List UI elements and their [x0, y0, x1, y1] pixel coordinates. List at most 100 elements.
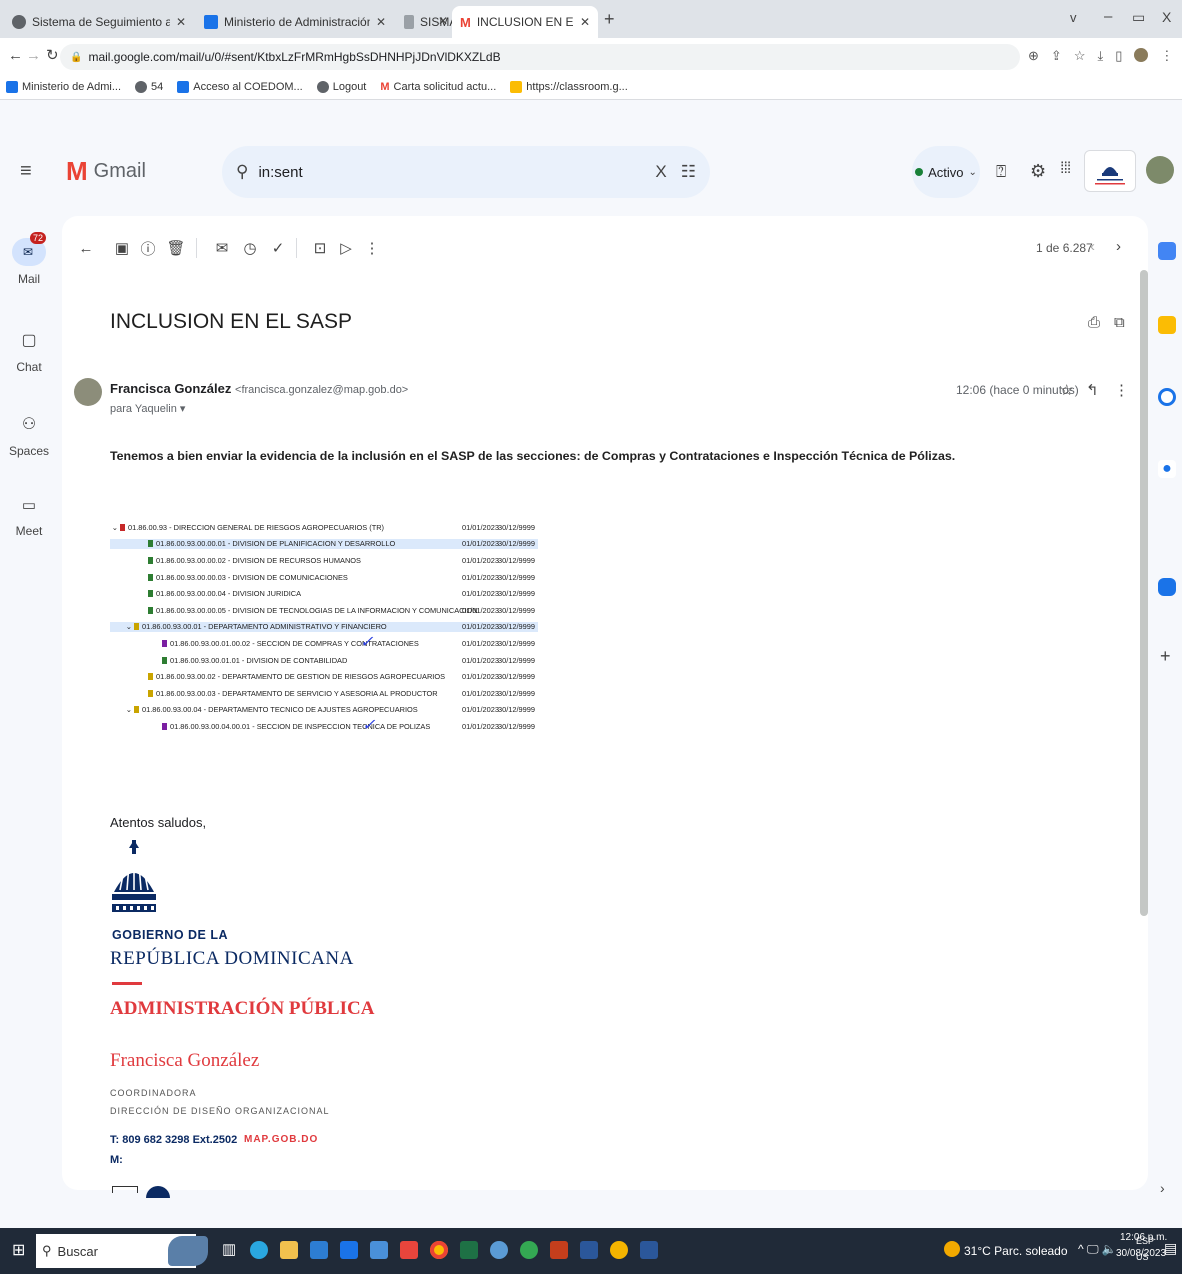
task-view-icon[interactable]: ▥ — [222, 1240, 236, 1258]
bookmark-54[interactable]: 54 — [135, 80, 163, 93]
zoom-icon[interactable]: ⊕ — [1028, 48, 1039, 64]
older-icon[interactable]: › — [1116, 238, 1121, 255]
bookmark-coedom[interactable]: Acceso al COEDOM... — [177, 80, 303, 93]
tray-icons[interactable]: ^ 🖵 🔈 — [1078, 1242, 1117, 1257]
restore-button[interactable]: ▭ — [1132, 9, 1145, 26]
close-icon[interactable]: ✕ — [176, 15, 186, 29]
add-task-icon[interactable]: ✓ — [266, 236, 290, 260]
tab-ministerio[interactable]: Ministerio de Administración Púb ✕ — [196, 6, 394, 38]
keep-icon[interactable] — [1158, 316, 1176, 334]
store-icon[interactable] — [310, 1241, 328, 1259]
gov-portal-icon[interactable] — [340, 1241, 358, 1259]
menu-icon[interactable]: ⋮ — [1160, 48, 1173, 64]
forward-icon[interactable]: → — [26, 47, 41, 64]
star-icon[interactable]: ☆ — [1060, 381, 1073, 399]
windows-start-icon[interactable]: ⊞ — [12, 1240, 25, 1260]
help-icon[interactable]: ⍰ — [996, 162, 1006, 182]
recipient-details[interactable]: para Yaquelin ▾ — [110, 402, 185, 415]
word-icon[interactable] — [640, 1241, 658, 1259]
user-avatar[interactable] — [1146, 156, 1174, 184]
excel-icon[interactable] — [460, 1241, 478, 1259]
weather-text[interactable]: 31°C Parc. soleado — [964, 1244, 1068, 1258]
more-options-icon[interactable]: ⋮ — [360, 236, 384, 260]
tab-search-button[interactable]: v — [1070, 10, 1077, 25]
profile-avatar[interactable] — [1134, 48, 1149, 62]
search-icon[interactable]: ⚲ — [236, 162, 248, 182]
report-spam-icon[interactable]: ⓘ — [136, 236, 160, 260]
rail-meet[interactable]: ▭ Meet — [0, 496, 58, 538]
edge-icon[interactable] — [250, 1241, 268, 1259]
calendar-icon[interactable] — [1158, 242, 1176, 260]
more-actions-icon[interactable]: ⋮ — [1114, 381, 1129, 399]
close-icon[interactable]: ✕ — [580, 15, 590, 29]
add-apps-icon[interactable]: + — [1160, 646, 1171, 667]
signature-site-link[interactable]: MAP.GOB.DO — [244, 1134, 318, 1145]
new-tab-button[interactable]: + — [604, 9, 615, 30]
back-icon[interactable]: ← — [8, 47, 23, 64]
back-arrow-icon[interactable]: ← — [74, 236, 98, 260]
powerpoint-icon[interactable] — [550, 1241, 568, 1259]
show-side-panel-icon[interactable]: › — [1160, 1180, 1165, 1196]
rail-chat[interactable]: ▢ Chat — [0, 330, 58, 374]
org-unit-marker-icon — [148, 540, 153, 548]
close-icon[interactable]: ✕ — [376, 15, 386, 29]
contacts-icon[interactable]: ● — [1158, 460, 1176, 478]
weather-icon[interactable] — [944, 1241, 960, 1257]
settings-gear-icon[interactable]: ⚙ — [1030, 161, 1046, 182]
reload-icon[interactable]: ↻ — [46, 46, 59, 64]
rail-spaces[interactable]: ⚇ Spaces — [0, 414, 58, 458]
label-icon[interactable]: ▷ — [334, 236, 358, 260]
tab-title: Ministerio de Administración Púb — [224, 15, 370, 29]
app-icon[interactable] — [520, 1241, 538, 1259]
reply-icon[interactable]: ↰ — [1086, 381, 1099, 399]
dolphin-widget-icon[interactable] — [168, 1236, 208, 1266]
star-icon[interactable]: ☆ — [1074, 48, 1086, 64]
acrobat-icon[interactable] — [400, 1241, 418, 1259]
print-icon[interactable]: ⎙ — [1088, 314, 1100, 331]
download-icon[interactable]: ⤓ — [1097, 48, 1103, 64]
search-bar[interactable]: ⚲ in:sent X ☷ — [222, 146, 710, 198]
app-icon[interactable] — [610, 1241, 628, 1259]
clear-search-icon[interactable]: X — [655, 162, 666, 182]
share-icon[interactable]: ⇪ — [1051, 48, 1062, 64]
minimize-button[interactable]: – — [1104, 8, 1112, 25]
address-bar[interactable]: 🔒 mail.google.com/mail/u/0/#sent/KtbxLzF… — [60, 44, 1020, 70]
status-selector[interactable]: Activo ⌄ — [912, 146, 980, 198]
tasks-icon[interactable] — [1158, 388, 1176, 406]
zoom-app-icon[interactable] — [1158, 578, 1176, 596]
bookmark-classroom[interactable]: https://classroom.g... — [510, 80, 628, 93]
account-org-logo[interactable] — [1084, 150, 1136, 192]
close-icon[interactable]: ✕ — [438, 14, 448, 28]
bookmark-carta[interactable]: M Carta solicitud actu... — [380, 81, 496, 93]
sender-name[interactable]: Francisca González — [110, 381, 231, 396]
open-new-window-icon[interactable]: ⧉ — [1114, 314, 1125, 331]
hamburger-menu-icon[interactable]: ≡ — [20, 160, 32, 183]
visio-icon[interactable] — [580, 1241, 598, 1259]
gmail-logo[interactable]: M Gmail — [66, 158, 146, 184]
close-window-button[interactable]: X — [1162, 9, 1171, 25]
apps-grid-icon[interactable]: ⁞⁞⁞ — [1060, 160, 1071, 178]
bookmark-logout[interactable]: Logout — [316, 80, 366, 93]
scrollbar[interactable] — [1140, 270, 1148, 916]
tab-inclusion-sasp[interactable]: M INCLUSION EN EL SASP - francis ✕ — [452, 6, 598, 38]
archive-icon[interactable]: ▣ — [110, 236, 134, 260]
bookmark-ministerio[interactable]: Ministerio de Admi... — [6, 80, 121, 93]
app-icon[interactable] — [490, 1241, 508, 1259]
org-row: ⌄ 01.86.00.93 - DIRECCION GENERAL DE RIES… — [110, 522, 538, 533]
search-input[interactable]: in:sent — [258, 164, 655, 181]
mark-unread-icon[interactable]: ✉ — [210, 236, 234, 260]
newer-icon[interactable]: ‹ — [1090, 238, 1095, 255]
tab-sistema-seguimiento[interactable]: Sistema de Seguimiento a Solicit ✕ — [4, 6, 194, 38]
delete-icon[interactable]: 🗑 — [164, 236, 188, 260]
doc-icon — [404, 15, 414, 29]
file-explorer-icon[interactable] — [280, 1241, 298, 1259]
notifications-icon[interactable]: ▤ — [1164, 1240, 1177, 1257]
search-options-icon[interactable]: ☷ — [681, 162, 696, 182]
app-icon[interactable] — [370, 1241, 388, 1259]
sender-avatar[interactable] — [74, 378, 102, 406]
move-to-icon[interactable]: ⊡ — [308, 236, 332, 260]
chrome-icon[interactable] — [430, 1241, 448, 1259]
snooze-icon[interactable]: ◷ — [238, 236, 262, 260]
sidepanel-icon[interactable]: ▯ — [1115, 48, 1122, 64]
rail-mail[interactable]: ✉ 72 Mail — [0, 232, 58, 286]
